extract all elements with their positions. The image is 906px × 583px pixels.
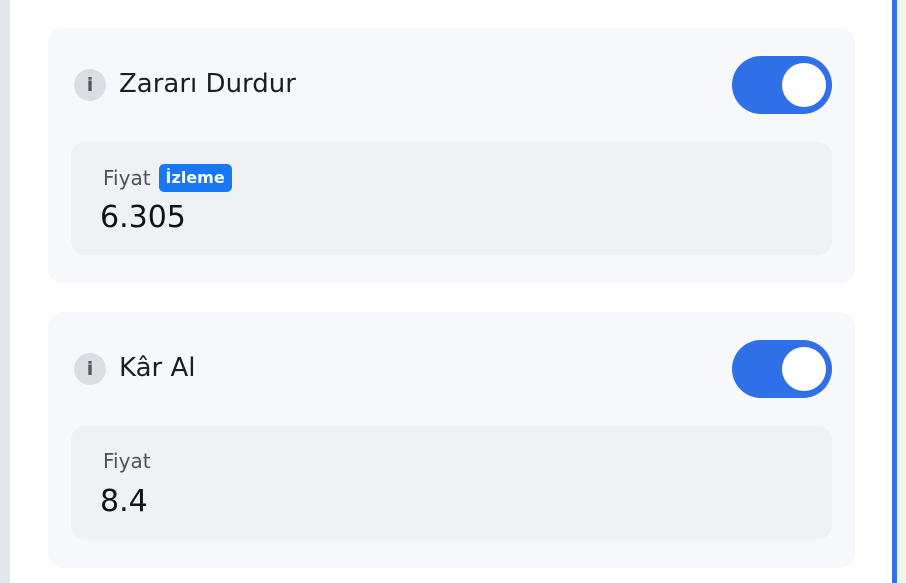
take-profit-card: i Kâr Al Fiyat 8.4	[48, 312, 855, 568]
stop-loss-price-value[interactable]: 6.305	[100, 200, 186, 236]
price-label: Fiyat	[103, 166, 151, 190]
stop-loss-card: i Zararı Durdur Fiyat İzleme 6.305	[48, 28, 855, 283]
watch-badge: İzleme	[158, 164, 232, 192]
field-label-row: Fiyat İzleme	[103, 164, 232, 192]
take-profit-price-value[interactable]: 8.4	[100, 484, 148, 520]
info-icon[interactable]: i	[74, 69, 106, 101]
field-label-row: Fiyat	[103, 448, 151, 474]
take-profit-toggle[interactable]	[732, 340, 832, 398]
take-profit-price-field[interactable]: Fiyat 8.4	[71, 426, 832, 539]
stop-loss-title: Zararı Durdur	[119, 69, 296, 99]
price-label: Fiyat	[103, 449, 151, 473]
stop-loss-toggle[interactable]	[732, 56, 832, 114]
take-profit-title: Kâr Al	[119, 353, 196, 383]
stop-loss-price-field[interactable]: Fiyat İzleme 6.305	[71, 142, 832, 255]
right-gutter	[897, 0, 906, 583]
info-icon[interactable]: i	[74, 353, 106, 385]
toggle-knob	[782, 347, 826, 391]
toggle-knob	[782, 63, 826, 107]
